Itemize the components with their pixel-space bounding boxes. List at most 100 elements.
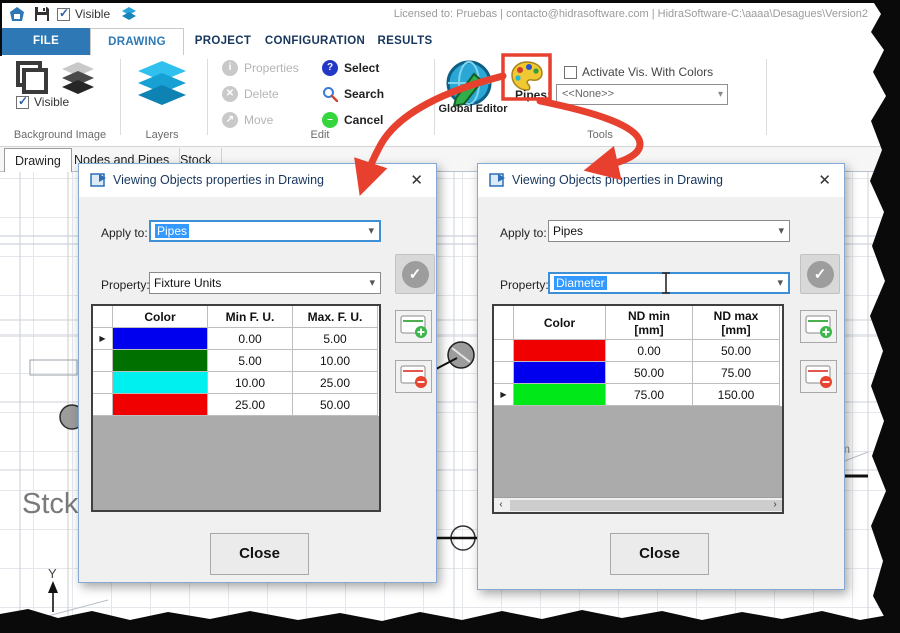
apply-to-label: Apply to: [101, 226, 148, 240]
close-button[interactable]: Close [610, 533, 709, 575]
background-image-icon[interactable] [12, 60, 50, 96]
color-swatch[interactable] [514, 340, 606, 362]
close-icon[interactable]: ✕ [818, 171, 831, 189]
save-icon[interactable] [33, 5, 51, 23]
color-swatch[interactable] [514, 362, 606, 384]
tab-configuration[interactable]: CONFIGURATION [262, 28, 368, 55]
col-color: Color [514, 306, 606, 340]
color-ranges-table[interactable]: Color ND min[mm] ND max[mm] 0.00 50.00 5… [492, 304, 784, 514]
close-icon[interactable]: ✕ [410, 171, 423, 189]
dialog1-titlebar[interactable]: Viewing Objects properties in Drawing ✕ [79, 164, 436, 197]
apply-check-button[interactable]: ✓ [800, 254, 840, 294]
max-cell[interactable]: 5.00 [293, 328, 378, 350]
row-selector-icon: ▶ [500, 390, 506, 399]
cancel-label: Cancel [344, 113, 383, 127]
min-cell[interactable]: 75.00 [606, 384, 693, 406]
move-button[interactable]: ↗ Move [222, 112, 273, 128]
app-icon[interactable] [8, 5, 26, 23]
min-cell[interactable]: 25.00 [208, 394, 293, 416]
pipes-dropdown-value: <<None>> [562, 88, 614, 100]
apply-to-value: Pipes [155, 224, 189, 238]
group-label-layers: Layers [128, 129, 196, 141]
color-swatch[interactable] [113, 394, 208, 416]
max-cell[interactable]: 25.00 [293, 372, 378, 394]
scroll-thumb[interactable] [510, 500, 782, 511]
table-row[interactable]: 0.00 50.00 [494, 340, 782, 362]
dialog-icon [489, 172, 506, 188]
dialog2-title: Viewing Objects properties in Drawing [512, 173, 723, 187]
checkbox-icon[interactable] [564, 66, 577, 79]
color-ranges-table[interactable]: Color Min F. U. Max. F. U. ▶ 0.00 5.00 5… [91, 304, 381, 512]
layers-icon[interactable] [120, 5, 138, 23]
color-swatch[interactable] [113, 328, 208, 350]
col-nd-min: ND min[mm] [606, 306, 693, 340]
max-cell[interactable]: 50.00 [293, 394, 378, 416]
table-row[interactable]: 5.00 10.00 [93, 350, 379, 372]
table-row[interactable]: 25.00 50.00 [93, 394, 379, 416]
tab-file[interactable]: FILE [2, 28, 90, 55]
remove-row-button[interactable] [395, 360, 432, 393]
tab-results[interactable]: RESULTS [368, 28, 442, 55]
layers-group-icon[interactable] [134, 59, 190, 109]
scroll-right-icon[interactable]: › [768, 499, 782, 510]
bg-visible-label: Visible [34, 95, 69, 109]
color-swatch[interactable] [113, 372, 208, 394]
apply-to-value: Pipes [553, 224, 583, 238]
dialog2-titlebar[interactable]: Viewing Objects properties in Drawing ✕ [478, 164, 844, 197]
min-cell[interactable]: 5.00 [208, 350, 293, 372]
global-editor-label: Global Editor [432, 103, 514, 115]
properties-label: Properties [244, 61, 299, 75]
scroll-left-icon[interactable]: ‹ [494, 499, 508, 510]
max-cell[interactable]: 150.00 [693, 384, 780, 406]
remove-row-icon [400, 365, 428, 389]
checkbox-icon[interactable] [57, 8, 70, 21]
table-row[interactable]: ▶ 0.00 5.00 [93, 328, 379, 350]
separator [766, 59, 767, 135]
max-cell[interactable]: 10.00 [293, 350, 378, 372]
tab-project[interactable]: PROJECT [184, 28, 262, 55]
add-row-button[interactable] [395, 310, 432, 343]
properties-button[interactable]: i Properties [222, 60, 299, 76]
license-text: Licensed to: Pruebas | contacto@hidrasof… [394, 8, 868, 20]
property-dropdown[interactable]: Fixture Units ▾ [149, 272, 381, 294]
min-cell[interactable]: 0.00 [208, 328, 293, 350]
min-cell[interactable]: 50.00 [606, 362, 693, 384]
activate-colors-checkbox[interactable]: Activate Vis. With Colors [564, 65, 713, 79]
table-row[interactable]: 10.00 25.00 [93, 372, 379, 394]
min-cell[interactable]: 0.00 [606, 340, 693, 362]
arrow-icon: ↗ [222, 112, 238, 128]
search-button[interactable]: Search [322, 86, 384, 102]
delete-label: Delete [244, 87, 279, 101]
horizontal-scrollbar[interactable]: ‹ › [494, 497, 782, 512]
image-layers-icon[interactable] [58, 60, 98, 96]
apply-to-dropdown[interactable]: Pipes ▾ [548, 220, 790, 242]
property-value: Fixture Units [154, 276, 221, 290]
apply-check-button[interactable]: ✓ [395, 254, 435, 294]
doc-tab-drawing[interactable]: Drawing [4, 148, 72, 172]
min-cell[interactable]: 10.00 [208, 372, 293, 394]
close-button[interactable]: Close [210, 533, 309, 575]
search-label: Search [344, 87, 384, 101]
delete-button[interactable]: ✕ Delete [222, 86, 279, 102]
max-cell[interactable]: 75.00 [693, 362, 780, 384]
add-row-button[interactable] [800, 310, 837, 343]
color-swatch[interactable] [514, 384, 606, 406]
pipes-dropdown[interactable]: <<None>> ▾ [556, 84, 728, 105]
minus-icon: – [322, 112, 338, 128]
color-swatch[interactable] [113, 350, 208, 372]
max-cell[interactable]: 50.00 [693, 340, 780, 362]
remove-row-button[interactable] [800, 360, 837, 393]
text-cursor-icon [660, 271, 672, 295]
select-button[interactable]: ? Select [322, 60, 379, 76]
col-max: Max. F. U. [293, 306, 378, 328]
apply-to-dropdown[interactable]: Pipes ▾ [149, 220, 381, 242]
checkbox-icon[interactable] [16, 96, 29, 109]
cancel-button[interactable]: – Cancel [322, 112, 383, 128]
add-row-icon [400, 315, 428, 339]
table-row[interactable]: 50.00 75.00 [494, 362, 782, 384]
tab-drawing[interactable]: DRAWING [90, 28, 184, 55]
table-row[interactable]: ▶ 75.00 150.00 [494, 384, 782, 406]
bg-visible-checkbox[interactable]: Visible [16, 95, 69, 109]
visible-checkbox[interactable]: Visible [57, 7, 110, 21]
col-min: Min F. U. [208, 306, 293, 328]
